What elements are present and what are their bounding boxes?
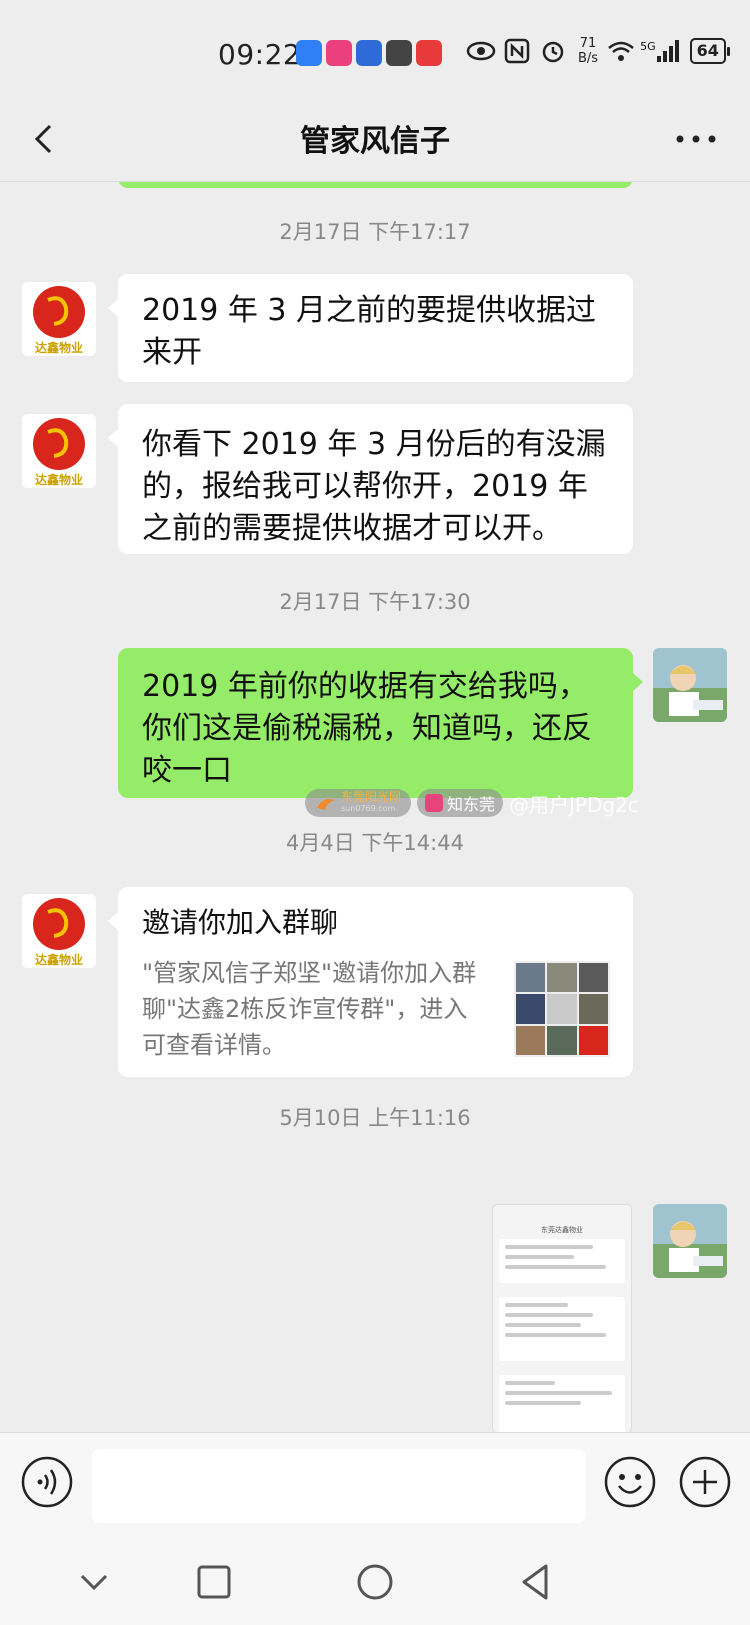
company-logo-icon: 达鑫物业 <box>33 418 85 487</box>
square-icon <box>197 1565 231 1599</box>
timestamp: 2月17日 下午17:30 <box>279 590 471 614</box>
alarm-icon <box>542 41 564 63</box>
emoji-button[interactable] <box>603 1455 657 1509</box>
image-message[interactable]: 东莞达鑫物业 <box>492 1204 632 1432</box>
watermark: 东莞阳光网 sun0769.com 知东莞 @用户JPDg2c <box>305 788 639 818</box>
home-button[interactable] <box>351 1558 399 1606</box>
watermark-site-badge: 东莞阳光网 sun0769.com <box>305 789 412 817</box>
company-logo-icon: 达鑫物业 <box>33 898 85 967</box>
wifi-icon <box>608 41 634 61</box>
timestamp: 5月10日 上午11:16 <box>279 1106 471 1130</box>
chevron-down-icon <box>80 1574 108 1591</box>
gift-app-icon <box>416 40 442 66</box>
user-avatar[interactable] <box>653 1204 727 1278</box>
status-right-group: 71 B/s 5G 64 <box>466 36 730 66</box>
message-bubble-outgoing[interactable]: 2019 年前你的收据有交给我吗，你们这是偷税漏税，知道吗，还反咬一口 <box>118 648 643 798</box>
triangle-back-icon <box>522 1564 548 1600</box>
more-functions-button[interactable] <box>678 1455 732 1509</box>
image-card <box>499 1375 625 1432</box>
chat-title: 管家风信子 <box>300 124 450 159</box>
system-navigation-bar <box>0 1540 750 1625</box>
group-thumbnail <box>514 961 610 1057</box>
signal-label: 5G <box>640 39 656 53</box>
battery-icon: 64 <box>689 38 730 64</box>
circle-icon <box>357 1564 393 1600</box>
invite-title: 邀请你加入群聊 <box>142 906 339 939</box>
voice-icon <box>21 1456 73 1508</box>
eye-app-icon <box>326 40 352 66</box>
nfc-icon <box>504 38 530 64</box>
chat-header: 管家风信子 <box>0 100 750 182</box>
site-logo-icon <box>317 799 335 810</box>
user-photo-icon <box>653 648 727 722</box>
brand-logo-icon <box>425 794 444 812</box>
message-bubble-incoming[interactable]: 你看下 2019 年 3 月份后的有没漏的，报给我可以帮你开，2019 年之前的… <box>108 404 633 554</box>
user-avatar[interactable] <box>653 648 727 722</box>
image-header-text: 东莞达鑫物业 <box>541 1226 583 1234</box>
more-button[interactable] <box>666 114 726 164</box>
watermark-user: @用户JPDg2c <box>509 792 639 817</box>
emoji-icon <box>604 1456 656 1508</box>
image-card <box>499 1297 625 1361</box>
eye-icon <box>466 41 496 61</box>
more-dots-icon <box>676 135 716 143</box>
chat-messages[interactable]: 2月17日 下午17:17 达鑫物业 2019 年 3 月之前的要提供收据过来开… <box>0 182 750 1432</box>
voice-button[interactable] <box>20 1455 74 1509</box>
plus-icon <box>679 1456 731 1508</box>
signal-icon <box>656 40 679 62</box>
watermark-brand-badge: 知东莞 <box>417 789 504 817</box>
group-invite-card[interactable]: 邀请你加入群聊 "管家风信子郑坚"邀请你加入群聊"达鑫2栋反诈宣传群"，进入可查… <box>108 887 633 1077</box>
message-input[interactable] <box>92 1449 586 1523</box>
status-time: 09:22 <box>218 38 302 71</box>
hide-keyboard-button[interactable] <box>70 1558 118 1606</box>
status-bar: 09:22 71 B/s 5G 64 <box>0 0 750 100</box>
previous-message-bubble[interactable] <box>118 182 633 188</box>
input-bar <box>0 1432 750 1540</box>
contact-avatar[interactable]: 达鑫物业 <box>22 894 96 968</box>
timestamp: 2月17日 下午17:17 <box>279 220 471 244</box>
invite-description: "管家风信子郑坚"邀请你加入群聊"达鑫2栋反诈宣传群"，进入可查看详情。 <box>142 959 477 1059</box>
svg-text:达鑫物业: 达鑫物业 <box>35 472 83 487</box>
net-speed: 71 B/s <box>578 36 599 66</box>
timestamp: 4月4日 下午14:44 <box>286 831 464 855</box>
image-card <box>499 1239 625 1283</box>
company-logo-icon: 达鑫物业 <box>33 286 85 355</box>
contact-avatar[interactable]: 达鑫物业 <box>22 414 96 488</box>
shield-app-icon <box>296 40 322 66</box>
user-photo-icon <box>653 1204 727 1278</box>
recents-button[interactable] <box>190 1558 238 1606</box>
message-bubble-incoming[interactable]: 2019 年 3 月之前的要提供收据过来开 <box>108 274 633 382</box>
diamond-app-icon <box>356 40 382 66</box>
svg-text:达鑫物业: 达鑫物业 <box>35 952 83 967</box>
mail-app-icon <box>386 40 412 66</box>
svg-text:达鑫物业: 达鑫物业 <box>35 340 83 355</box>
contact-avatar[interactable]: 达鑫物业 <box>22 282 96 356</box>
system-back-button[interactable] <box>512 1558 560 1606</box>
